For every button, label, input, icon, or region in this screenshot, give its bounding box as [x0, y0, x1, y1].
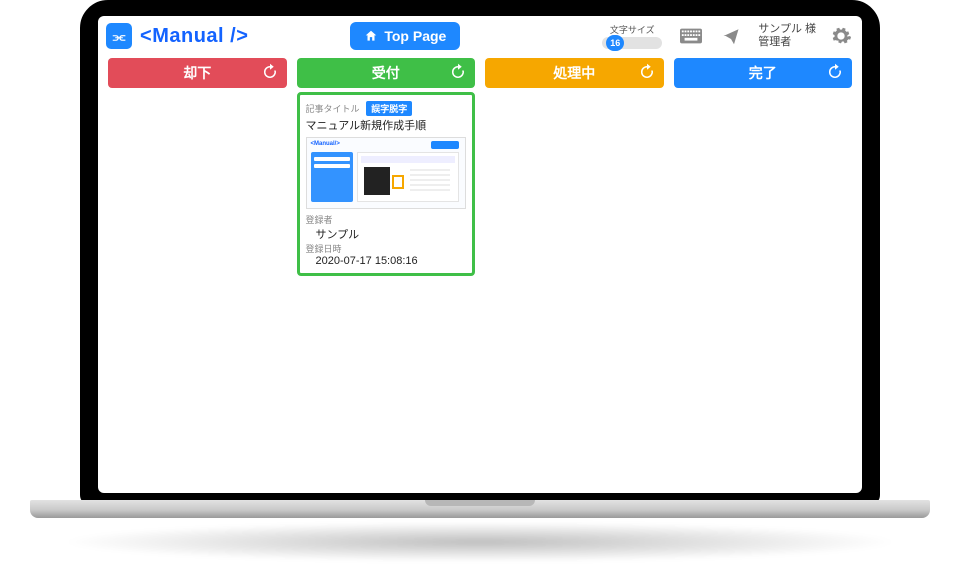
laptop-base [30, 500, 930, 518]
app-logo-icon: ⫘ [106, 23, 132, 49]
logo-angle-open: < [140, 25, 152, 47]
logo-angle-close: > [236, 25, 248, 47]
home-icon [364, 29, 378, 43]
font-size-slider[interactable]: 16 [602, 37, 662, 49]
task-card[interactable]: 記事タイトル 誤字脱字 マニュアル新規作成手順 <Manual/> [297, 92, 476, 276]
card-title: マニュアル新規作成手順 [306, 117, 467, 133]
column-done: 完了 [674, 58, 853, 276]
refresh-icon[interactable] [449, 63, 467, 81]
column-processing: 処理中 [485, 58, 664, 276]
kanban-board: 却下 受付 記事タイトル 誤字脱字 マニュアル新規作成手順 <Manua [98, 54, 862, 286]
card-title-row: 記事タイトル 誤字脱字 [306, 101, 467, 116]
logo-glyph: ⫘ [113, 28, 126, 45]
column-title: 受付 [372, 63, 400, 83]
top-page-button[interactable]: Top Page [350, 22, 460, 50]
thumb-toolbar [361, 156, 456, 163]
column-rejected: 却下 [108, 58, 287, 276]
column-header-done: 完了 [674, 58, 853, 88]
gear-icon[interactable] [830, 25, 852, 47]
thumb-brand: <Manual/> [311, 141, 340, 147]
top-page-label: Top Page [384, 28, 446, 44]
logo-slash: / [224, 25, 236, 47]
keyboard-icon[interactable] [680, 27, 702, 45]
thumb-highlight [392, 175, 404, 189]
font-size-control: 文字サイズ 16 [602, 23, 662, 49]
thumb-main [357, 152, 460, 202]
thumb-button [431, 141, 459, 149]
column-title: 処理中 [553, 63, 595, 83]
paper-plane-icon[interactable] [720, 27, 742, 45]
refresh-icon[interactable] [638, 63, 656, 81]
thumb-image [364, 167, 390, 195]
card-datetime: 2020-07-17 15:08:16 [316, 255, 467, 267]
user-name: サンプル 様 [758, 23, 816, 36]
thumb-lines [410, 169, 450, 193]
app-screen: ⫘ <Manual /> Top Page 文字サイズ 16 [98, 16, 862, 493]
column-header-processing: 処理中 [485, 58, 664, 88]
card-title-label: 記事タイトル [306, 104, 360, 114]
card-thumbnail: <Manual/> [306, 137, 467, 209]
app-logo-text: <Manual /> [140, 25, 248, 48]
column-received: 受付 記事タイトル 誤字脱字 マニュアル新規作成手順 <Manual/> [297, 58, 476, 276]
card-badge: 誤字脱字 [366, 101, 412, 116]
column-title: 却下 [183, 63, 211, 83]
font-size-value: 16 [606, 35, 624, 51]
user-info: サンプル 様 管理者 [758, 23, 816, 49]
laptop-frame: ⫘ <Manual /> Top Page 文字サイズ 16 [80, 0, 880, 505]
thumb-sidebar [311, 152, 353, 202]
app-header: ⫘ <Manual /> Top Page 文字サイズ 16 [98, 16, 862, 54]
user-role: 管理者 [758, 36, 816, 49]
logo-word: Manual [152, 25, 224, 47]
card-registrant-label: 登録者 [306, 213, 467, 226]
refresh-icon[interactable] [826, 63, 844, 81]
laptop-shadow [60, 522, 900, 562]
column-header-rejected: 却下 [108, 58, 287, 88]
refresh-icon[interactable] [261, 63, 279, 81]
column-title: 完了 [749, 63, 777, 83]
column-header-received: 受付 [297, 58, 476, 88]
card-registrant: サンプル [316, 226, 467, 242]
card-datetime-label: 登録日時 [306, 242, 467, 255]
